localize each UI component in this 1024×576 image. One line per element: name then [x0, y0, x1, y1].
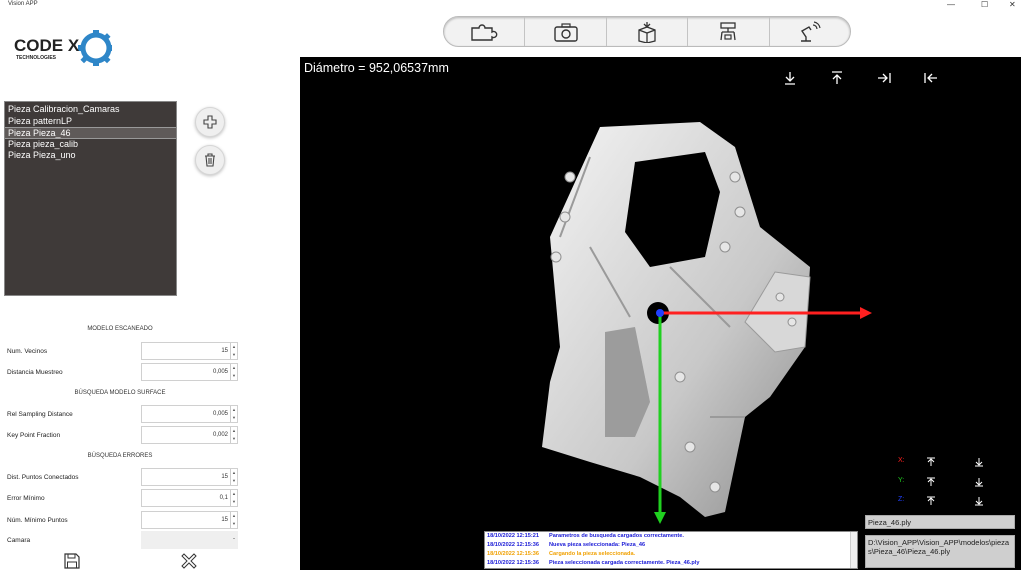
box-icon — [638, 21, 656, 43]
toolbar-button-robot[interactable] — [770, 17, 850, 46]
log-line: 18/10/2022 12:15:36 Cargando la pieza sel… — [487, 551, 636, 557]
sampling-distance-label: Distancia Muestreo — [7, 369, 63, 376]
key-point-stepper[interactable]: 0,002 ▲ ▼ — [141, 426, 238, 444]
save-button[interactable] — [64, 553, 80, 569]
model-viewer[interactable]: Diámetro = 952,06537mm X: Y: Z: Pieza_46… — [300, 57, 1021, 570]
spin-arrows-icon[interactable]: ▲ ▼ — [230, 364, 237, 380]
toolbar-button-camera[interactable] — [525, 17, 607, 46]
camera-label: Camara — [7, 537, 31, 544]
trash-icon — [205, 153, 215, 167]
gear-icon — [78, 30, 112, 66]
arrow-up-icon[interactable] — [926, 477, 936, 487]
connected-points-stepper[interactable]: 15 ▲ ▼ — [141, 468, 238, 486]
rel-sampling-stepper[interactable]: 0,005 ▲ ▼ — [141, 405, 238, 423]
log-panel[interactable]: 18/10/2022 12:15:21 Parametros de busqued… — [484, 531, 858, 569]
min-points-label: Núm. Mínimo Puntos — [7, 517, 68, 524]
toolbar-button-box[interactable] — [607, 17, 689, 46]
minimize-button[interactable]: — — [947, 0, 955, 9]
puzzle-icon — [471, 23, 498, 41]
arrow-up-icon[interactable] — [926, 457, 936, 467]
spin-arrows-icon[interactable]: ▲ ▼ — [230, 406, 237, 422]
axis-y-label: Y: — [898, 477, 905, 484]
min-error-stepper[interactable]: 0,1 ▲ ▼ — [141, 489, 238, 507]
spin-arrows-icon[interactable]: ▲ ▼ — [230, 512, 237, 528]
key-point-label: Key Point Fraction — [7, 432, 61, 439]
arrow-down-icon[interactable] — [974, 457, 984, 467]
camera-select: - — [141, 531, 238, 549]
arrow-up-icon[interactable] — [926, 496, 936, 506]
align-left-icon[interactable] — [924, 71, 938, 85]
file-name-field: Pieza_46.ply — [865, 515, 1015, 529]
codex-logo: CODE X TECHNOLOGIES — [12, 24, 112, 74]
toolbar-button-pieces[interactable] — [444, 17, 526, 46]
add-piece-button[interactable] — [195, 107, 225, 137]
maximize-button[interactable]: ☐ — [981, 0, 988, 9]
axis-x-label: X: — [898, 457, 905, 464]
delete-piece-button[interactable] — [195, 145, 225, 175]
log-line: 18/10/2022 12:15:21 Parametros de busqued… — [487, 533, 684, 539]
log-line: 18/10/2022 12:15:36 Nueva pieza seleccion… — [487, 542, 646, 548]
robot-arm-wireless-icon — [800, 20, 821, 42]
diameter-readout: Diámetro = 952,06537mm — [304, 61, 449, 75]
log-scrollbar[interactable] — [850, 532, 857, 568]
rel-sampling-label: Rel Sampling Distance — [7, 411, 73, 418]
svg-text:TECHNOLOGIES: TECHNOLOGIES — [16, 55, 57, 61]
main-toolbar — [443, 16, 851, 47]
section-surface-search: BÚSQUEDA MODELO SURFACE — [74, 390, 166, 396]
align-bottom-icon[interactable] — [783, 71, 797, 85]
min-error-label: Error Mínimo — [7, 495, 45, 502]
svg-text:CODE X: CODE X — [14, 36, 80, 55]
min-points-stepper[interactable]: 15 ▲ ▼ — [141, 511, 238, 529]
camera-icon — [553, 22, 578, 42]
list-item-selected[interactable]: Pieza Pieza_46 — [5, 127, 176, 139]
close-icon — [181, 553, 197, 569]
section-scanned-model: MODELO ESCANEADO — [87, 326, 153, 332]
arrow-down-icon[interactable] — [974, 496, 984, 506]
spin-arrows-icon[interactable]: ▲ ▼ — [230, 427, 237, 443]
window-title: Vision APP — [8, 1, 38, 7]
file-path-field: D:\Vision_APP\Vision_APP\modelos\piezas\… — [865, 535, 1015, 568]
axis-x-row: X: — [898, 457, 998, 469]
axis-y-row: Y: — [898, 477, 998, 489]
list-item[interactable]: Pieza Pieza_uno — [5, 150, 176, 162]
floppy-disk-icon — [64, 553, 80, 569]
spin-arrows-icon[interactable]: ▲ ▼ — [230, 469, 237, 485]
axis-z-row: Z: — [898, 496, 998, 508]
list-item[interactable]: Pieza patternLP — [5, 116, 176, 128]
list-item[interactable]: Pieza Calibracion_Camaras — [5, 104, 176, 116]
spin-arrows-icon[interactable]: ▲ ▼ — [230, 343, 237, 359]
pieces-list[interactable]: Pieza Calibracion_Camaras Pieza patternL… — [4, 101, 177, 296]
title-bar: Vision APP — ☐ ✕ — [0, 0, 1024, 10]
plus-icon — [203, 115, 217, 129]
section-error-search: BÚSQUEDA ERRORES — [87, 453, 153, 459]
list-item[interactable]: Pieza pieza_calib — [5, 139, 176, 151]
toolbar-button-gripper[interactable] — [688, 17, 770, 46]
cancel-button[interactable] — [181, 553, 197, 569]
spin-arrows-icon[interactable]: ▲ ▼ — [230, 490, 237, 506]
axis-z-label: Z: — [898, 496, 905, 503]
coordinate-axes — [654, 307, 872, 524]
log-line: 18/10/2022 12:15:36 Pieza seleccionada ca… — [487, 560, 700, 566]
close-button[interactable]: ✕ — [1009, 0, 1016, 9]
align-top-icon[interactable] — [830, 71, 844, 85]
connected-points-label: Dist. Puntos Conectados — [7, 474, 79, 481]
align-right-icon[interactable] — [877, 71, 891, 85]
num-neighbors-stepper[interactable]: 15 ▲ ▼ — [141, 342, 238, 360]
num-neighbors-label: Num. Vecinos — [7, 348, 48, 355]
sampling-distance-stepper[interactable]: 0,005 ▲ ▼ — [141, 363, 238, 381]
robot-gripper-icon — [720, 21, 737, 40]
arrow-down-icon[interactable] — [974, 477, 984, 487]
